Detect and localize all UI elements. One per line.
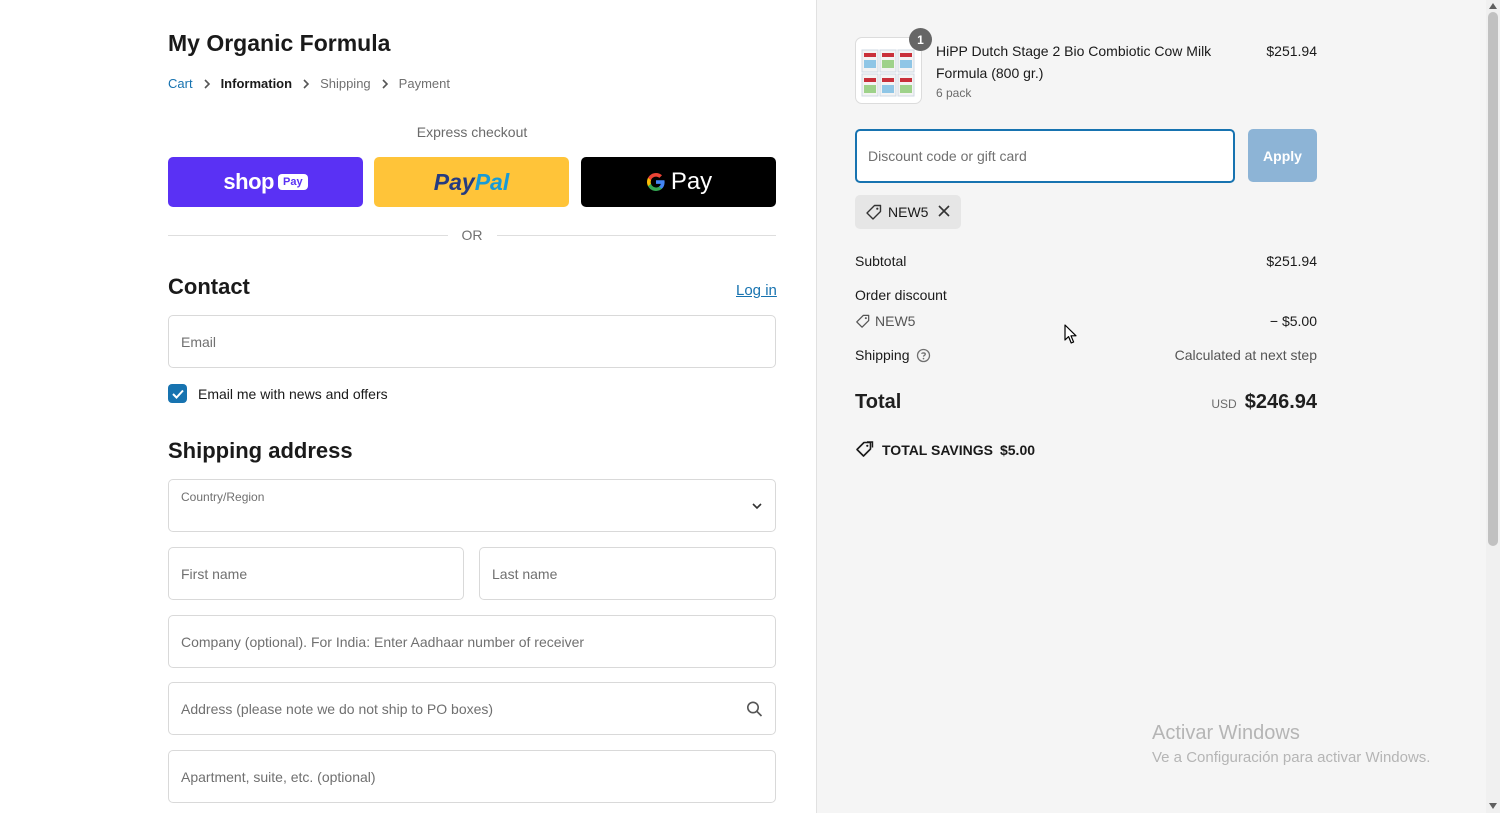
paypal-logo-part2: Pal	[474, 168, 510, 195]
breadcrumb: Cart Information Shipping Payment	[168, 76, 450, 91]
order-discount-value: − $5.00	[1269, 313, 1317, 329]
total-currency: USD	[1211, 397, 1237, 411]
country-region-label: Country/Region	[181, 490, 265, 504]
breadcrumb-cart-link[interactable]: Cart	[168, 76, 193, 91]
last-name-field[interactable]: Last name	[479, 547, 776, 600]
first-name-field[interactable]: First name	[168, 547, 464, 600]
quantity-badge: 1	[909, 28, 932, 51]
paypal-logo-part1: Pay	[433, 168, 475, 195]
discount-code-input[interactable]: Discount code or gift card	[855, 129, 1235, 183]
breadcrumb-shipping: Shipping	[320, 76, 371, 91]
applied-discount-chip: NEW5	[855, 195, 961, 229]
news-offers-checkbox-row[interactable]: Email me with news and offers	[168, 384, 388, 403]
scroll-down-arrow-icon[interactable]	[1489, 803, 1497, 809]
google-pay-logo: Pay	[645, 168, 712, 196]
shop-pay-pill: Pay	[277, 174, 308, 190]
formula-boxes-image	[861, 49, 915, 97]
checkout-form-panel: My Organic Formula Cart Information Ship…	[0, 0, 816, 813]
store-title[interactable]: My Organic Formula	[168, 30, 390, 57]
or-divider: OR	[168, 227, 776, 243]
total-savings-label: TOTAL SAVINGS	[882, 441, 993, 458]
mouse-cursor-icon	[1064, 324, 1078, 350]
google-pay-text: Pay	[670, 168, 713, 195]
address-placeholder: Address (please note we do not ship to P…	[181, 700, 494, 717]
news-offers-label: Email me with news and offers	[198, 385, 388, 402]
help-circle-icon[interactable]	[916, 348, 931, 363]
watermark-line2: Ve a Configuración para activar Windows.	[1152, 749, 1431, 766]
order-discount-row: Order discount	[855, 287, 1317, 303]
chevron-down-icon	[751, 502, 763, 510]
windows-activation-watermark: Activar Windows Ve a Configuración para …	[1152, 722, 1430, 766]
apartment-placeholder: Apartment, suite, etc. (optional)	[181, 768, 376, 785]
login-link[interactable]: Log in	[736, 282, 777, 299]
first-name-placeholder: First name	[181, 565, 248, 582]
product-variant: 6 pack	[936, 86, 972, 100]
chevron-right-icon	[381, 78, 389, 89]
contact-heading: Contact	[168, 274, 250, 299]
shop-pay-logo-text: shop	[223, 169, 274, 194]
breadcrumb-payment: Payment	[398, 76, 450, 91]
news-offers-checkbox[interactable]	[168, 384, 187, 403]
apply-button[interactable]: Apply	[1248, 129, 1317, 182]
last-name-placeholder: Last name	[492, 565, 558, 582]
tag-icon	[866, 204, 882, 220]
discount-code-placeholder: Discount code or gift card	[868, 148, 1027, 164]
tag-icon	[856, 314, 870, 328]
subtotal-row: Subtotal $251.94	[855, 253, 1317, 269]
shop-pay-button[interactable]: shop Pay	[168, 157, 363, 207]
shipping-label: Shipping	[855, 347, 910, 363]
chevron-right-icon	[203, 78, 211, 89]
breadcrumb-information: Information	[220, 76, 293, 91]
address-field[interactable]: Address (please note we do not ship to P…	[168, 682, 776, 735]
shipping-row: Shipping Calculated at next step	[855, 347, 1317, 363]
checkmark-icon	[171, 389, 184, 399]
remove-discount-icon[interactable]	[937, 204, 951, 218]
company-field[interactable]: Company (optional). For India: Enter Aad…	[168, 615, 776, 668]
order-discount-code: NEW5	[875, 313, 916, 329]
paypal-logo: PayPal	[434, 169, 509, 196]
total-savings-value: $5.00	[999, 441, 1036, 458]
page-scrollbar[interactable]	[1486, 0, 1500, 813]
savings-tag-icon	[856, 441, 874, 457]
search-icon	[746, 700, 763, 717]
or-text: OR	[461, 227, 483, 243]
total-row: Total USD $246.94	[855, 391, 1317, 414]
applied-discount-code: NEW5	[888, 204, 929, 220]
order-discount-code-row: NEW5 − $5.00	[855, 313, 1317, 329]
country-region-select[interactable]: Country/Region	[168, 479, 776, 532]
product-price: $251.94	[1266, 43, 1317, 59]
email-field[interactable]: Email	[168, 315, 776, 368]
subtotal-value: $251.94	[1266, 253, 1317, 269]
total-label: Total	[855, 391, 902, 413]
subtotal-label: Subtotal	[855, 253, 907, 269]
order-discount-label: Order discount	[855, 287, 947, 303]
total-value: $246.94	[1244, 391, 1317, 413]
product-thumbnail: 1	[855, 28, 932, 104]
apartment-field[interactable]: Apartment, suite, etc. (optional)	[168, 750, 776, 803]
company-placeholder: Company (optional). For India: Enter Aad…	[181, 633, 585, 650]
paypal-button[interactable]: PayPal	[374, 157, 569, 207]
express-checkout-label: Express checkout	[416, 124, 528, 140]
product-name: HiPP Dutch Stage 2 Bio Combiotic Cow Mil…	[936, 43, 1212, 81]
email-placeholder: Email	[181, 333, 217, 350]
total-savings: TOTAL SAVINGS $5.00	[855, 441, 1035, 458]
shipping-value: Calculated at next step	[1174, 347, 1317, 363]
google-g-icon	[646, 173, 665, 191]
watermark-line1: Activar Windows	[1152, 722, 1300, 744]
scroll-up-arrow-icon[interactable]	[1489, 3, 1497, 9]
chevron-right-icon	[302, 78, 310, 89]
scroll-thumb[interactable]	[1488, 12, 1498, 546]
shipping-address-heading: Shipping address	[168, 438, 353, 463]
google-pay-button[interactable]: Pay	[581, 157, 776, 207]
